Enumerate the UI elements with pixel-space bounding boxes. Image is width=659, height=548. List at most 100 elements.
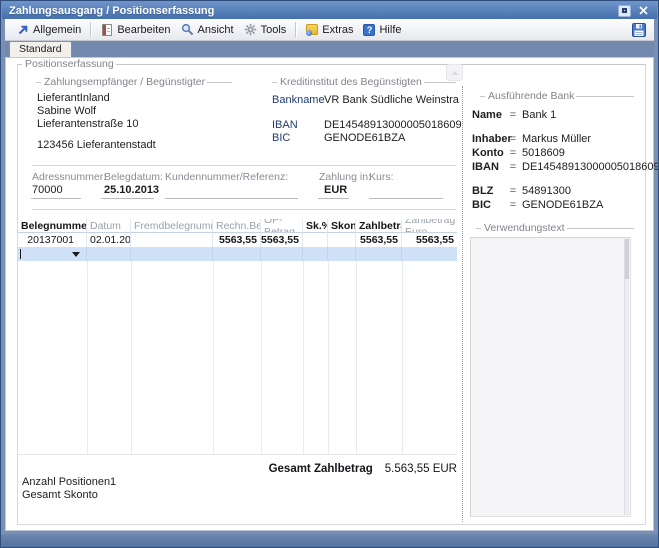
col-header-zahlbetrag[interactable]: Zahlbetrag <box>356 219 402 233</box>
cell-skonto[interactable] <box>328 233 356 247</box>
scrollbar-thumb[interactable] <box>625 239 629 279</box>
kundennummer-underline[interactable] <box>165 198 298 199</box>
cell-belegnummer[interactable]: 20137001 <box>18 233 87 247</box>
cell-rechn-betrag[interactable]: 5563,55 <box>213 233 261 247</box>
menu-allgemein[interactable]: Allgemein <box>11 21 86 38</box>
menu-extras[interactable]: Extras <box>300 21 358 38</box>
col-header-skonto[interactable]: Skonto <box>328 219 356 233</box>
restore-window-button[interactable] <box>618 5 631 17</box>
menu-tools[interactable]: Tools <box>239 21 292 38</box>
empty-cell[interactable] <box>87 247 131 261</box>
menu-bearbeiten-label: Bearbeiten <box>117 24 170 36</box>
equals-sign: = <box>508 147 518 160</box>
groupbox-label-row: Positionserfassung <box>17 59 646 69</box>
empty-cell[interactable] <box>131 247 213 261</box>
textarea-scrollbar[interactable] <box>624 239 629 515</box>
empty-cell[interactable] <box>303 247 328 261</box>
exec-iban-label: IBAN <box>472 161 508 174</box>
groupbox-title: Positionserfassung <box>23 58 116 70</box>
exec-blz-value: 54891300 <box>518 185 571 198</box>
equals-sign: = <box>508 161 518 174</box>
adressnummer-field[interactable]: 70000 <box>32 184 63 197</box>
bic-value: GENODE61BZA <box>324 132 405 145</box>
menu-tools-label: Tools <box>261 24 287 36</box>
belegdatum-underline[interactable] <box>101 198 154 199</box>
verwendungstext-textarea[interactable] <box>470 237 631 517</box>
empty-cell[interactable] <box>261 247 303 261</box>
exec-inhaber-label: Inhaber <box>472 133 508 146</box>
bankname-label: Bankname <box>272 94 325 106</box>
col-header-fremdbelegnummer[interactable]: Fremdbelegnummer <box>131 219 213 233</box>
belegnummer-editor-cell[interactable] <box>18 247 87 261</box>
separator-line <box>32 209 456 210</box>
table-empty-area[interactable] <box>18 261 457 455</box>
table-row[interactable]: 20137001 02.01.2013 5563,55 5563,55 5563… <box>18 233 457 247</box>
gesamt-zahlbetrag-label: Gesamt Zahlbetrag <box>269 463 373 475</box>
anzahl-positionen-value: 1 <box>110 476 116 489</box>
tab-standard[interactable]: Standard <box>9 41 72 57</box>
menu-ansicht[interactable]: Ansicht <box>176 21 239 38</box>
tab-page: Positionserfassung Zahlungsempfänger / B… <box>5 57 654 531</box>
scroll-up-button[interactable] <box>446 64 463 81</box>
col-header-rechn-betrag[interactable]: Rechn.Betrag <box>213 219 261 233</box>
positionserfassung-groupbox: Positionserfassung Zahlungsempfänger / B… <box>17 64 646 525</box>
kurs-underline[interactable] <box>369 198 443 199</box>
empty-cell[interactable] <box>402 247 457 261</box>
col-header-datum[interactable]: Datum <box>87 219 131 233</box>
cell-op-betrag[interactable]: 5563,55 <box>261 233 303 247</box>
zahlung-in-field[interactable]: EUR <box>324 184 347 197</box>
iban-value: DE14548913000005018609 <box>324 119 462 132</box>
edit-notebook-icon <box>100 23 113 36</box>
tab-strip: Standard <box>5 41 654 57</box>
dropdown-arrow-icon[interactable] <box>72 252 80 257</box>
menu-bearbeiten[interactable]: Bearbeiten <box>95 21 175 38</box>
exec-iban-value: DE14548913000005018609 <box>518 161 659 174</box>
exec-bank-group-label-row: Ausführende Bank <box>480 91 634 101</box>
empty-cell[interactable] <box>356 247 402 261</box>
menu-hilfe[interactable]: ? Hilfe <box>358 22 406 38</box>
kurs-label: Kurs: <box>369 171 394 183</box>
column-separator <box>402 261 403 454</box>
menu-hilfe-label: Hilfe <box>379 24 401 36</box>
anzahl-positionen-label: Anzahl Positionen <box>22 476 110 489</box>
empty-cell[interactable] <box>328 247 356 261</box>
exec-bank-group-title: Ausführende Bank <box>486 90 576 102</box>
payee-line: Lieferantenstraße 10 <box>37 118 156 131</box>
adressnummer-underline[interactable] <box>31 198 81 199</box>
column-separator <box>87 261 88 454</box>
cell-sk-prozent[interactable] <box>303 233 328 247</box>
exec-name-value: Bank 1 <box>518 109 556 122</box>
exec-bank-row: IBAN = DE14548913000005018609 <box>472 161 659 174</box>
column-separator <box>328 261 329 454</box>
app-window: Zahlungsausgang / Positionserfassung All… <box>0 0 659 548</box>
exec-bank-row: BIC = GENODE61BZA <box>472 199 603 212</box>
cell-zahlbetrag[interactable]: 5563,55 <box>356 233 402 247</box>
menu-toolbar: Allgemein Bearbeiten Ansicht Tools Extra… <box>5 19 654 41</box>
title-bar: Zahlungsausgang / Positionserfassung <box>2 2 657 19</box>
selected-entry-row[interactable] <box>18 247 457 261</box>
col-header-sk-prozent[interactable]: Sk.% <box>303 219 328 233</box>
zahlung-in-label: Zahlung in: <box>319 171 371 183</box>
col-header-belegnummer[interactable]: Belegnummer <box>18 219 87 233</box>
save-button[interactable] <box>632 23 646 37</box>
cell-datum[interactable]: 02.01.2013 <box>87 233 131 247</box>
save-floppy-icon <box>632 23 646 37</box>
gear-icon <box>244 23 257 36</box>
col-header-op-betrag[interactable]: OP-Betrag <box>261 219 303 233</box>
payee-city-line: 123456 Lieferantenstadt <box>37 139 156 152</box>
cell-zahlbetrag-euro[interactable]: 5563,55 <box>402 233 457 247</box>
panel-splitter[interactable] <box>462 86 463 522</box>
column-separator <box>131 261 132 454</box>
exec-konto-label: Konto <box>472 147 508 160</box>
empty-cell[interactable] <box>213 247 261 261</box>
belegdatum-field[interactable]: 25.10.2013 <box>104 184 159 197</box>
payee-address-block: LieferantInland Sabine Wolf Lieferantens… <box>37 92 156 152</box>
close-button[interactable] <box>636 4 650 17</box>
extras-icon <box>305 23 318 36</box>
col-header-zahlbetrag-euro[interactable]: Zahlbetrag Euro <box>402 219 457 233</box>
cell-fremdbelegnummer[interactable] <box>131 233 213 247</box>
zahlung-in-underline[interactable] <box>318 198 349 199</box>
exec-bank-row: Konto = 5018609 <box>472 147 565 160</box>
menu-extras-label: Extras <box>322 24 353 36</box>
text-caret <box>20 249 21 259</box>
